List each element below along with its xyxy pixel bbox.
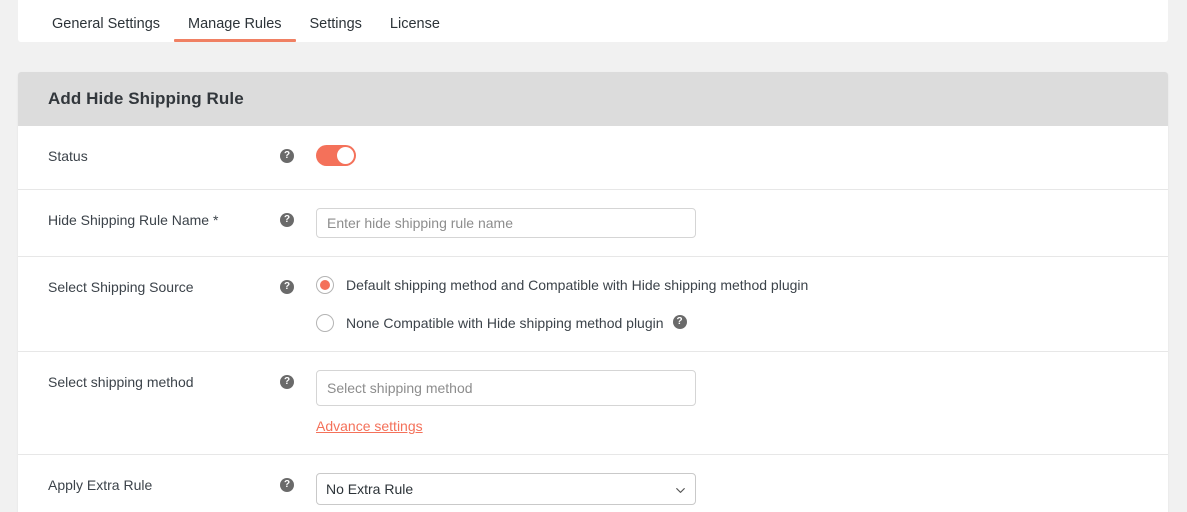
rule-name-field: [302, 190, 1168, 256]
toggle-knob: [337, 147, 354, 164]
tab-underline: [174, 39, 296, 42]
shipping-method-placeholder: Select shipping method: [327, 380, 473, 396]
shipping-method-field: Select shipping method Advance settings: [302, 352, 1168, 454]
shipping-method-select[interactable]: Select shipping method: [316, 370, 696, 406]
page-title: Add Hide Shipping Rule: [48, 89, 244, 109]
form-row-extra-rule: Apply Extra Rule ? No Extra Rule: [18, 455, 1168, 512]
radio-button[interactable]: [316, 314, 334, 332]
status-toggle[interactable]: [316, 145, 356, 166]
shipping-source-field: Default shipping method and Compatible w…: [302, 257, 1168, 351]
tab-label: License: [390, 16, 440, 32]
tab-bar: General Settings Manage Rules Settings L…: [18, 0, 1168, 42]
help-icon[interactable]: ?: [280, 375, 294, 389]
radio-option-default[interactable]: Default shipping method and Compatible w…: [316, 273, 1168, 297]
help-icon[interactable]: ?: [280, 478, 294, 492]
tab-label: Manage Rules: [188, 16, 282, 32]
extra-rule-field: No Extra Rule: [302, 455, 1168, 512]
card-header: Add Hide Shipping Rule: [18, 72, 1168, 126]
form-row-shipping-source: Select Shipping Source ? Default shippin…: [18, 257, 1168, 352]
rule-name-input[interactable]: [316, 208, 696, 238]
status-help-wrap: ?: [280, 126, 302, 163]
shipping-method-label: Select shipping method: [18, 352, 280, 391]
extra-rule-select[interactable]: No Extra Rule: [316, 473, 696, 505]
rule-name-label: Hide Shipping Rule Name *: [18, 190, 280, 229]
page-root: General Settings Manage Rules Settings L…: [0, 0, 1187, 512]
rule-name-help-wrap: ?: [280, 190, 302, 227]
status-field: [302, 126, 1168, 189]
form-row-rule-name: Hide Shipping Rule Name * ?: [18, 190, 1168, 257]
form-row-status: Status ?: [18, 126, 1168, 190]
extra-rule-help-wrap: ?: [280, 455, 302, 492]
help-icon[interactable]: ?: [280, 149, 294, 163]
tab-license[interactable]: License: [376, 17, 454, 43]
advance-settings-link[interactable]: Advance settings: [316, 418, 423, 434]
tab-label: Settings: [310, 16, 362, 32]
help-icon[interactable]: ?: [280, 280, 294, 294]
tab-manage-rules[interactable]: Manage Rules: [174, 17, 296, 43]
status-label: Status: [18, 126, 280, 165]
radio-button[interactable]: [316, 276, 334, 294]
help-icon[interactable]: ?: [673, 315, 687, 329]
shipping-source-help-wrap: ?: [280, 257, 302, 294]
radio-label: Default shipping method and Compatible w…: [346, 277, 808, 294]
help-icon[interactable]: ?: [280, 213, 294, 227]
tab-label: General Settings: [52, 16, 160, 32]
tab-general-settings[interactable]: General Settings: [38, 17, 174, 43]
form-row-shipping-method: Select shipping method ? Select shipping…: [18, 352, 1168, 455]
tab-settings[interactable]: Settings: [296, 17, 376, 43]
radio-option-none-compatible[interactable]: None Compatible with Hide shipping metho…: [316, 311, 1168, 335]
add-hide-shipping-rule-card: Add Hide Shipping Rule Status ? Hide Shi…: [18, 72, 1168, 512]
radio-label: None Compatible with Hide shipping metho…: [346, 315, 664, 332]
extra-rule-select-wrap: No Extra Rule: [316, 473, 696, 505]
shipping-source-label: Select Shipping Source: [18, 257, 280, 296]
shipping-method-help-wrap: ?: [280, 352, 302, 389]
extra-rule-label: Apply Extra Rule: [18, 455, 280, 494]
